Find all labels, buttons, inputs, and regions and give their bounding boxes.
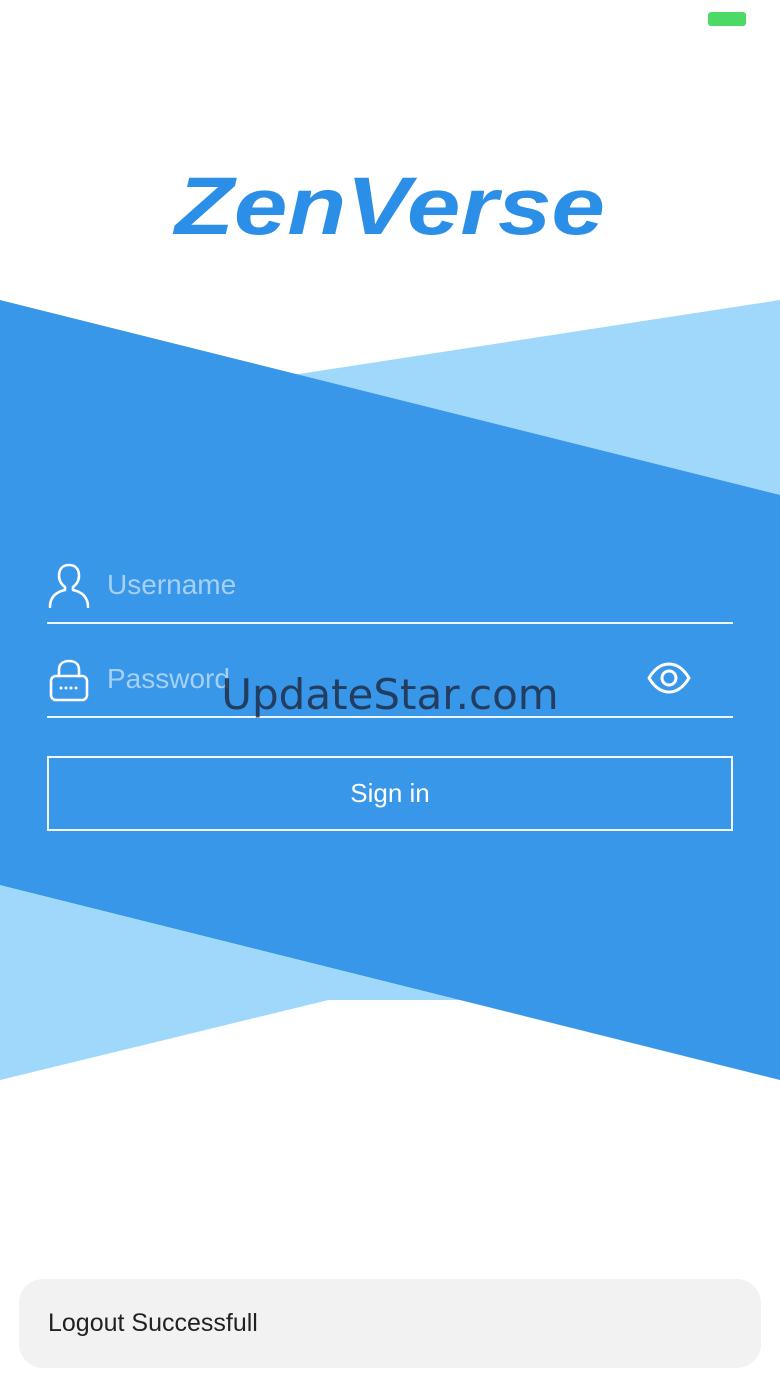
logout-toast: Logout Successfull bbox=[19, 1279, 761, 1368]
lock-icon bbox=[49, 659, 89, 702]
password-field bbox=[47, 646, 733, 718]
zenverse-logo: ZenVerse bbox=[173, 161, 605, 250]
username-field bbox=[47, 552, 733, 624]
password-input[interactable] bbox=[107, 656, 627, 702]
logo-text: ZenVerse bbox=[173, 161, 605, 250]
toast-message: Logout Successfull bbox=[48, 1309, 258, 1337]
sign-in-button[interactable]: Sign in bbox=[47, 756, 733, 831]
eye-icon[interactable] bbox=[647, 658, 691, 698]
person-icon bbox=[48, 563, 90, 608]
username-input[interactable] bbox=[107, 562, 627, 608]
